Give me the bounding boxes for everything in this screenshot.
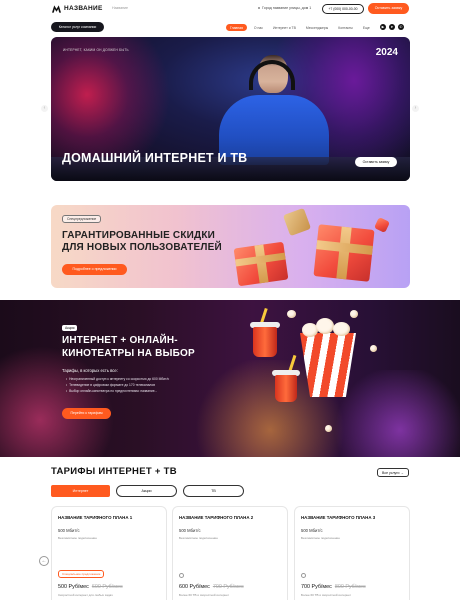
hero-title: ДОМАШНИЙ ИНТЕРНЕТ И ТВ [62, 151, 248, 165]
cinema-title-line: КИНОТЕАТРЫ НА ВЫБОР [62, 347, 195, 359]
nav-item-about[interactable]: О нас [251, 24, 266, 31]
tariff-connection: Безлимитное подключение [58, 536, 97, 540]
tab-promotions[interactable]: Акции [116, 485, 177, 497]
hero-kicker: ИНТЕРНЕТ, КАКИМ ОН ДОЛЖЕН БЫТЬ [63, 48, 129, 52]
tariff-cards: НАЗВАНИЕ ТАРИФНОГО ПЛАНА 1 500 Мбит/с Бе… [51, 506, 410, 600]
tariff-note: Более 60 ТВ и скоростной интернет [301, 593, 352, 597]
gift-box-icon [282, 207, 312, 237]
social-links: ▶ ➤ ✆ [380, 24, 404, 30]
cinema-title: ИНТЕРНЕТ + ОНЛАЙН- КИНОТЕАТРЫ НА ВЫБОР [62, 335, 195, 360]
cinema-feature-list: Неограниченный доступ к интернету со ско… [66, 376, 169, 394]
nav-item-contacts[interactable]: Контакты [335, 24, 356, 31]
tariff-select-radio[interactable] [179, 573, 184, 578]
tariff-price: 700 Руб/мес 800 Руб/мес [301, 584, 366, 590]
header-subtitle: Название [112, 6, 129, 10]
tariff-note: Скоростной интернет для любых задач [58, 593, 113, 597]
promo-title-line: ГАРАНТИРОВАННЫЕ СКИДКИ [62, 230, 216, 241]
phone-button[interactable]: +7 (000) 000-00-00 [322, 4, 364, 14]
current-price: 700 Руб/мес [301, 584, 332, 590]
old-price: 700 Руб/мес [212, 584, 244, 590]
old-price: 600 Руб/мес [91, 584, 123, 590]
chevron-left-icon[interactable]: ‹ [41, 105, 48, 112]
header-location[interactable]: Город название улицы, дом 1 [258, 6, 311, 10]
hero-request-button[interactable]: Оставить заявку [355, 157, 397, 167]
promo-details-button[interactable]: Подробнее о предложении [62, 264, 127, 275]
drink-cup-icon [275, 375, 297, 402]
chevron-right-icon[interactable]: › [412, 105, 419, 112]
tariff-name: НАЗВАНИЕ ТАРИФНОГО ПЛАНА 2 [179, 515, 254, 520]
site-header: НАЗВАНИЕ Название Город название улицы, … [0, 0, 460, 20]
all-services-button[interactable]: Все услуги → [377, 468, 409, 477]
tariff-card[interactable]: НАЗВАНИЕ ТАРИФНОГО ПЛАНА 3 500 Мбит/с Бе… [294, 506, 410, 600]
catalog-button[interactable]: Каталог услуг компании [51, 22, 104, 32]
tab-tv[interactable]: ТВ [183, 485, 244, 497]
nav-item-internet-tv[interactable]: Интернет и ТВ [270, 24, 299, 31]
popcorn-icon [333, 322, 350, 336]
whatsapp-icon[interactable]: ✆ [398, 24, 404, 30]
go-to-tariffs-button[interactable]: Перейти к тарифам [62, 408, 111, 419]
main-nav: Главная О нас Интернет и ТВ Мессенджеры … [226, 24, 373, 31]
tariff-note: Более 60 ТВ и скоростной интернет [179, 593, 230, 597]
cinema-subtitle: Тарифы, в которых есть все: [62, 368, 118, 373]
youtube-icon[interactable]: ▶ [380, 24, 386, 30]
promo-banner: Спецпредложение ГАРАНТИРОВАННЫЕ СКИДКИ Д… [51, 205, 410, 288]
popcorn-icon [350, 310, 358, 318]
popcorn-icon [287, 310, 296, 318]
tariff-speed: 500 Мбит/с [179, 528, 201, 533]
hero-year: 2024 [375, 47, 398, 58]
hero-banner: ИНТЕРНЕТ, КАКИМ ОН ДОЛЖЕН БЫТЬ 2024 ДОМА… [51, 37, 410, 181]
special-offer-badge: Специальное предложение [58, 570, 105, 578]
nav-item-home[interactable]: Главная [226, 24, 247, 31]
tariff-tabs: Интернет Акции ТВ [51, 485, 244, 497]
popcorn-icon [325, 425, 332, 432]
m-logo-icon[interactable] [52, 5, 61, 13]
current-price: 600 Руб/мес [179, 584, 210, 590]
tariff-name: НАЗВАНИЕ ТАРИФНОГО ПЛАНА 3 [301, 515, 376, 520]
promo-title-line: ДЛЯ НОВЫХ ПОЛЬЗОВАТЕЛЕЙ [62, 242, 222, 253]
gift-box-icon [233, 241, 289, 287]
logo-text[interactable]: НАЗВАНИЕ [64, 5, 103, 12]
popcorn-icon [370, 345, 377, 352]
list-item: Выбор онлайн-кинотеатра по предпочтениям… [66, 388, 169, 394]
tariff-price: 600 Руб/мес 700 Руб/мес [179, 584, 244, 590]
cinema-banner: Акция ИНТЕРНЕТ + ОНЛАЙН- КИНОТЕАТРЫ НА В… [0, 300, 460, 457]
leave-request-button[interactable]: Оставить заявку [368, 3, 409, 14]
promo-tag: Спецпредложение [62, 215, 102, 223]
tariff-connection: Безлимитное подключение [301, 536, 340, 540]
tariff-speed: 500 Мбит/с [301, 528, 323, 533]
nav-item-messengers[interactable]: Мессенджеры [303, 24, 331, 31]
nav-item-more[interactable]: Еще [360, 24, 373, 31]
chevron-left-icon[interactable]: ← [39, 556, 49, 566]
gift-box-icon [313, 224, 375, 282]
tariff-card[interactable]: НАЗВАНИЕ ТАРИФНОГО ПЛАНА 2 500 Мбит/с Бе… [172, 506, 288, 600]
old-price: 800 Руб/мес [334, 584, 366, 590]
tariff-connection: Безлимитное подключение [179, 536, 218, 540]
tariffs-title: ТАРИФЫ ИНТЕРНЕТ + ТВ [51, 466, 177, 477]
tariff-card[interactable]: НАЗВАНИЕ ТАРИФНОГО ПЛАНА 1 500 Мбит/с Бе… [51, 506, 167, 600]
tab-internet[interactable]: Интернет [51, 485, 110, 497]
current-price: 500 Руб/мес [58, 584, 89, 590]
cinema-title-line: ИНТЕРНЕТ + ОНЛАЙН- [62, 335, 178, 346]
telegram-icon[interactable]: ➤ [389, 24, 395, 30]
tariff-name: НАЗВАНИЕ ТАРИФНОГО ПЛАНА 1 [58, 515, 133, 520]
drink-cup-icon [253, 327, 277, 357]
gift-box-icon [374, 217, 390, 233]
popcorn-icon [316, 318, 334, 334]
tariff-price: 500 Руб/мес 600 Руб/мес [58, 584, 123, 590]
tariff-speed: 500 Мбит/с [58, 528, 80, 533]
promo-title: ГАРАНТИРОВАННЫЕ СКИДКИ ДЛЯ НОВЫХ ПОЛЬЗОВ… [62, 230, 222, 254]
tariff-select-radio[interactable] [301, 573, 306, 578]
cinema-tag: Акция [62, 325, 78, 331]
